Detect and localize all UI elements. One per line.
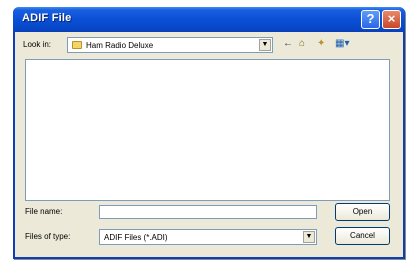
file-name-label: File name: <box>25 207 63 216</box>
file-type-value: ADIF Files (*.ADI) <box>104 233 168 242</box>
file-name-input[interactable] <box>99 205 317 219</box>
close-button[interactable]: × <box>382 10 401 29</box>
chevron-down-icon[interactable]: ▼ <box>259 39 271 51</box>
file-type-combo[interactable]: ADIF Files (*.ADI) ▼ <box>99 229 317 245</box>
folder-icon <box>72 41 82 49</box>
back-arrow-icon[interactable]: ← <box>283 37 293 51</box>
chevron-down-icon[interactable]: ▼ <box>303 231 315 243</box>
view-menu-icon[interactable]: ▦▾ <box>335 37 349 51</box>
window-title: ADIF File <box>22 12 72 24</box>
look-in-label: Look in: <box>23 40 52 49</box>
title-bar[interactable]: ADIF File ? × <box>13 7 405 32</box>
help-button[interactable]: ? <box>361 10 380 29</box>
cancel-button[interactable]: Cancel <box>335 227 390 245</box>
look-in-combo[interactable]: Ham Radio Deluxe ▼ <box>67 37 273 53</box>
open-button[interactable]: Open <box>335 203 390 221</box>
adif-file-dialog: ADIF File ? × Look in: Ham Radio Deluxe … <box>13 7 405 259</box>
new-folder-icon[interactable]: ✦ <box>317 37 325 51</box>
up-folder-icon[interactable]: ⌂ <box>299 37 305 51</box>
file-list[interactable] <box>25 59 390 201</box>
look-in-value: Ham Radio Deluxe <box>86 41 154 50</box>
file-type-label: Files of type: <box>25 232 71 241</box>
